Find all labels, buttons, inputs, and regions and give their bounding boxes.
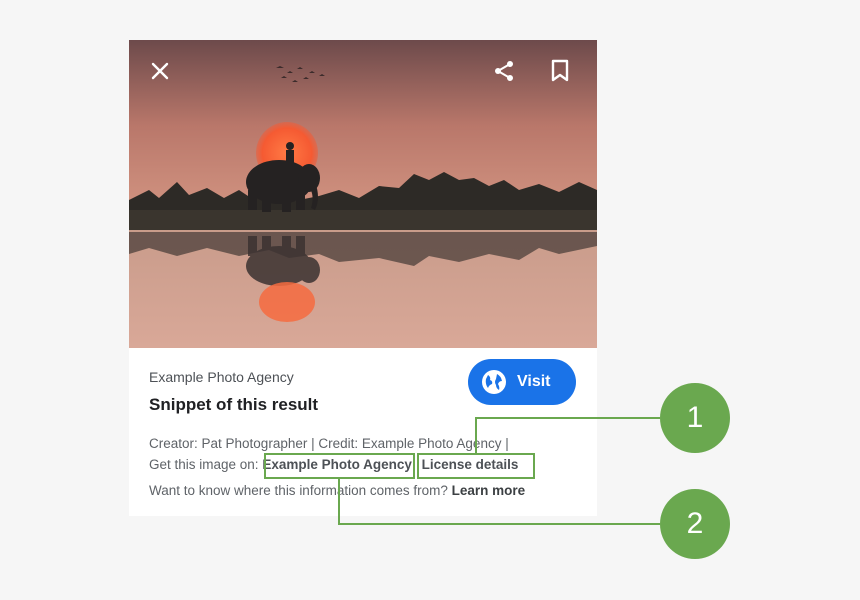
callout-connector-lines (338, 417, 660, 525)
callout-badge-1: 1 (660, 383, 730, 453)
callout-badge-2: 2 (660, 489, 730, 559)
